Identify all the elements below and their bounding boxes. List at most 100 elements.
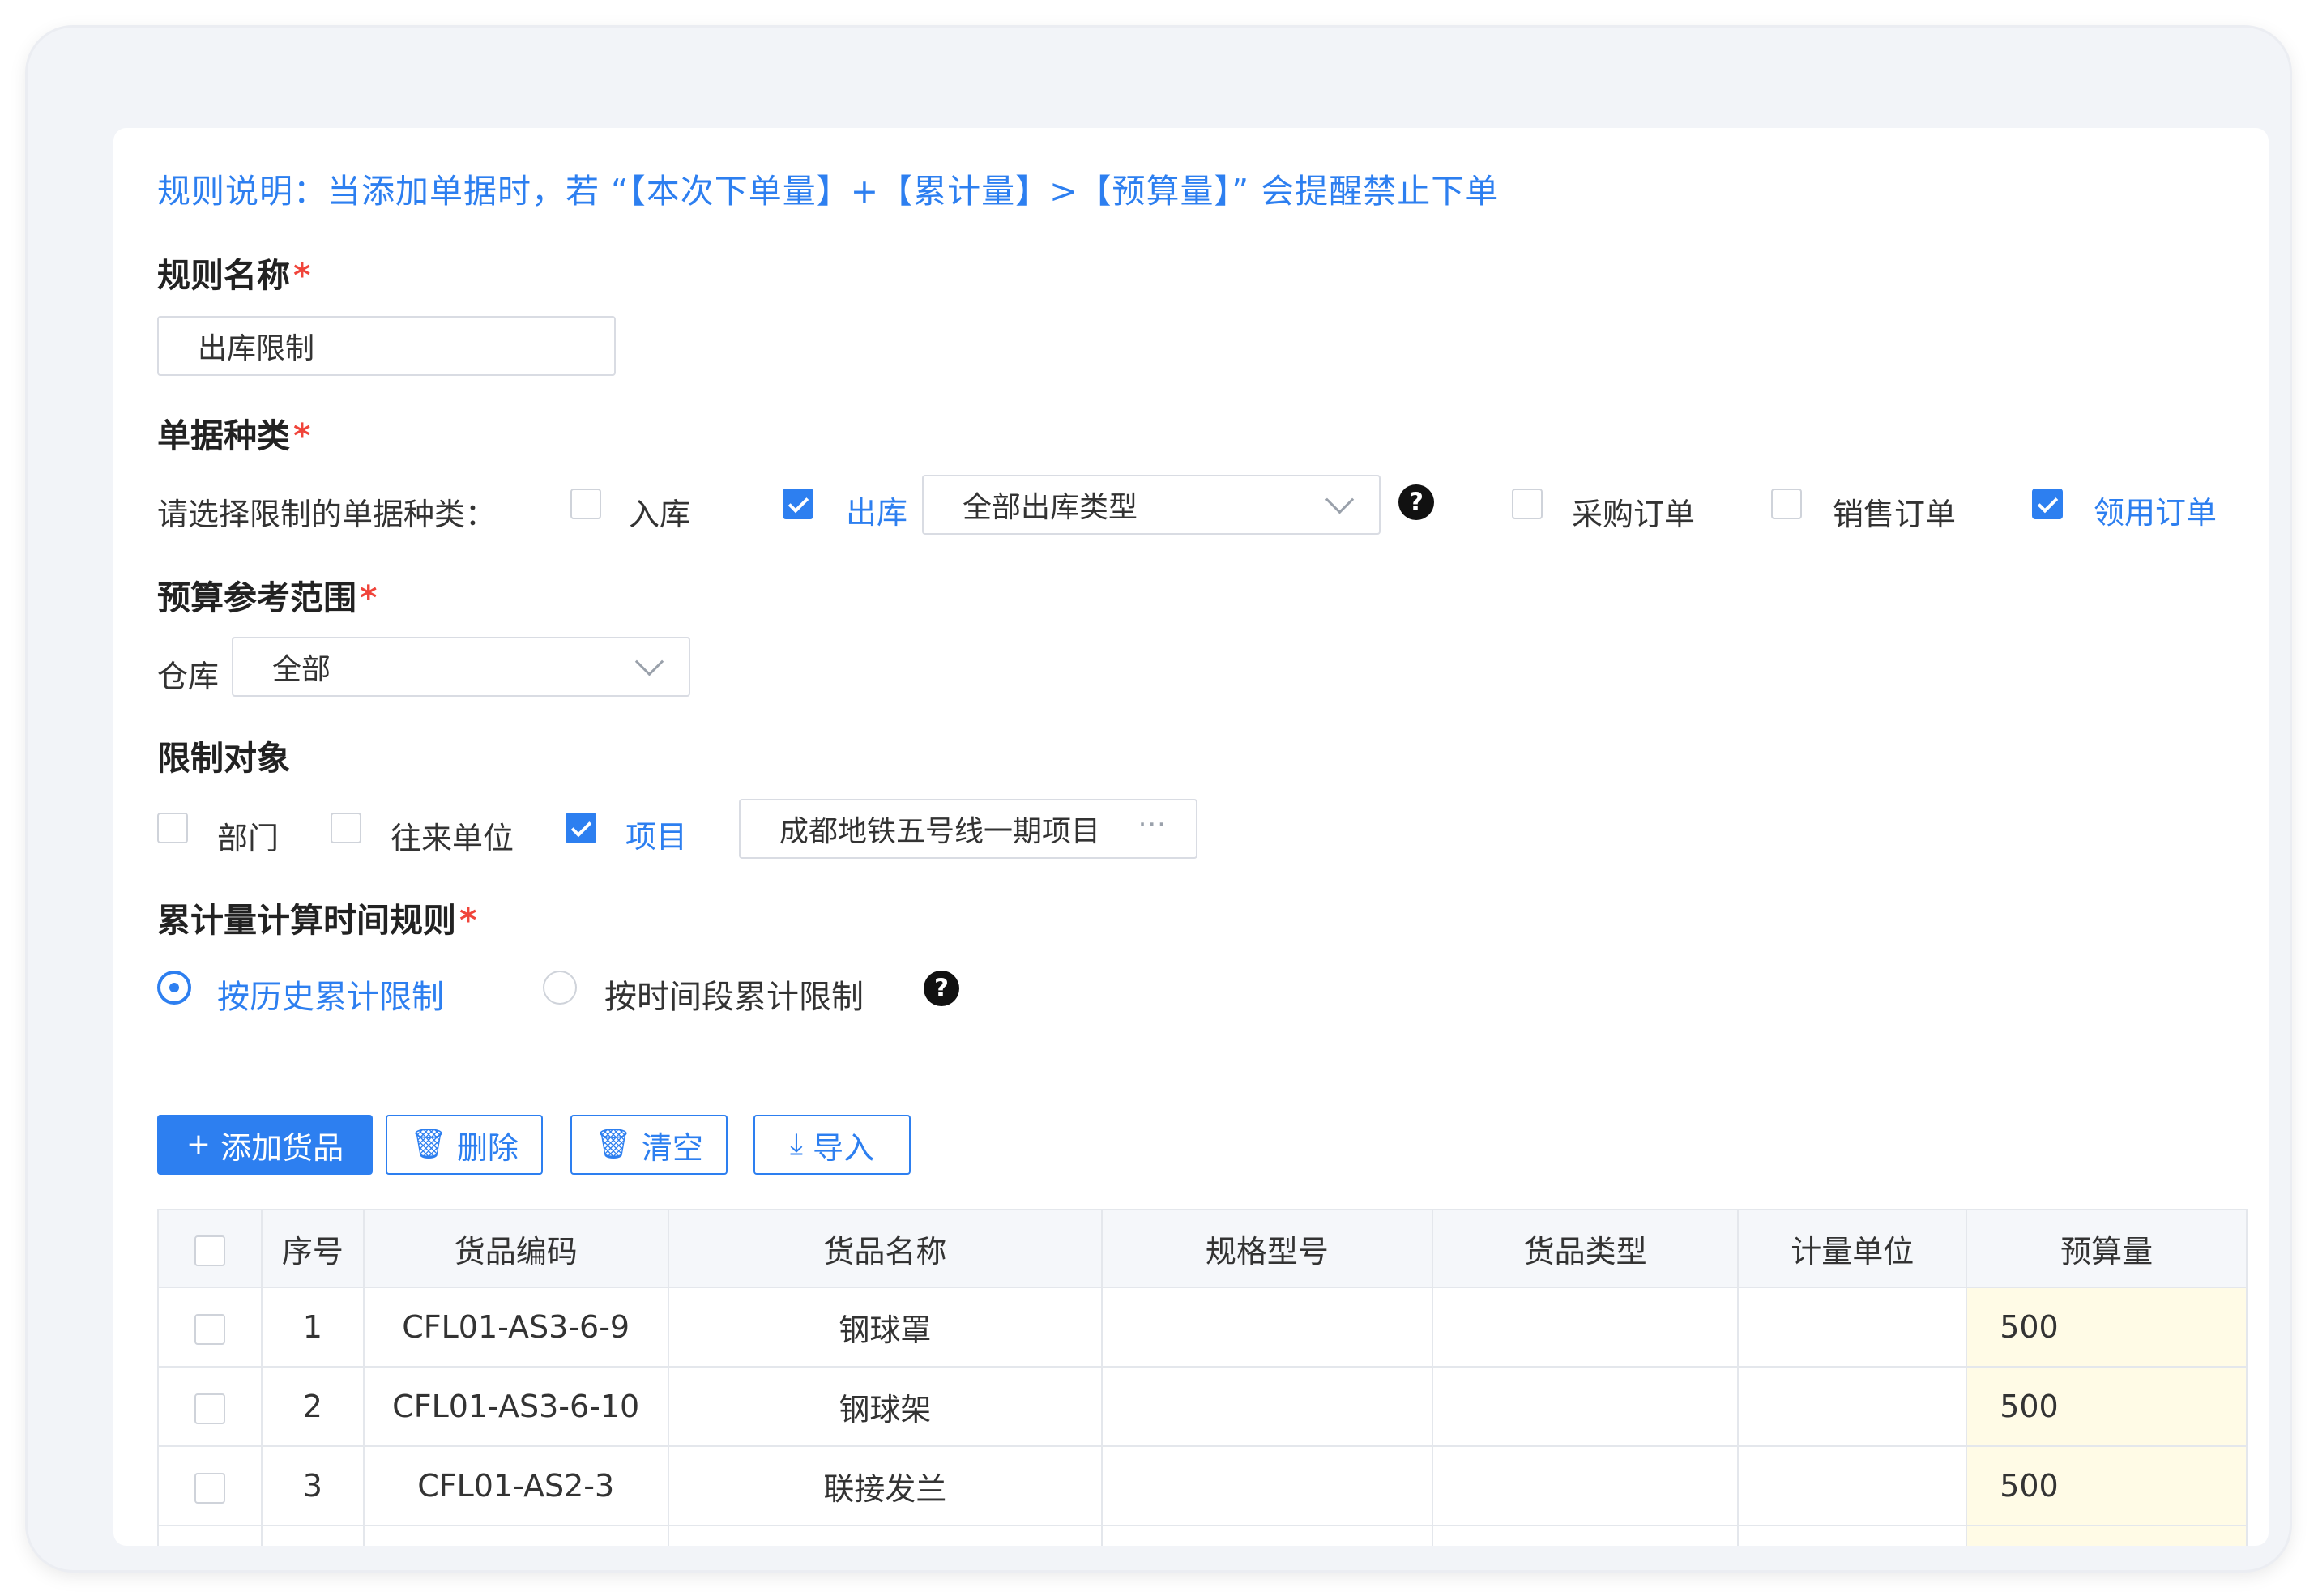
doc-type-label-text: 单据种类 xyxy=(157,416,290,455)
radio-period-cumulative-label: 按时间段累计限制 xyxy=(604,979,864,1016)
required-mark: * xyxy=(293,416,311,455)
plus-icon: + xyxy=(186,1128,211,1161)
column-header-type: 货品类型 xyxy=(1431,1209,1740,1288)
rule-form-panel: 规则说明：当添加单据时，若 “【本次下单量】+【累计量】>【预算量】” 会提醒禁… xyxy=(113,128,2269,1546)
checkbox-purchase-order-label: 采购订单 xyxy=(1572,497,1696,532)
download-icon: ⤓ xyxy=(790,1128,803,1161)
row-budget-input[interactable]: 500 xyxy=(1966,1445,2248,1526)
add-goods-label: 添加货品 xyxy=(220,1129,344,1166)
row-unit xyxy=(1737,1287,1968,1368)
column-header-index: 序号 xyxy=(260,1209,365,1288)
outbound-type-select-value: 全部出库类型 xyxy=(963,491,1138,524)
required-mark: * xyxy=(293,256,311,295)
row-index: 3 xyxy=(260,1445,365,1526)
question-circle-icon[interactable]: ? xyxy=(1398,484,1434,520)
row-select-cell xyxy=(157,1366,263,1447)
import-button[interactable]: ⤓ 导入 xyxy=(753,1115,911,1175)
table-row: 3 CFL01-AS2-3 联接发兰 500 xyxy=(157,1445,2268,1526)
row-index xyxy=(260,1525,365,1546)
row-checkbox[interactable] xyxy=(194,1393,225,1424)
row-code: CFL01-AS3-6-10 xyxy=(362,1366,669,1447)
table-edge xyxy=(2247,1446,2268,1526)
checkbox-outbound-label: 出库 xyxy=(846,495,908,531)
delete-label: 删除 xyxy=(456,1129,519,1166)
project-picker-value: 成都地铁五号线一期项目 xyxy=(779,815,1101,848)
checkbox-partner[interactable] xyxy=(331,813,361,843)
radio-history-cumulative-label: 按历史累计限制 xyxy=(217,979,444,1016)
table-row: 1 CFL01-AS3-6-9 钢球罩 500 xyxy=(157,1287,2268,1368)
column-header-name: 货品名称 xyxy=(667,1209,1104,1288)
checkbox-outbound[interactable] xyxy=(783,489,813,519)
project-picker[interactable]: 成都地铁五号线一期项目 ··· xyxy=(739,799,1197,859)
table-edge xyxy=(2247,1210,2268,1287)
question-circle-icon[interactable]: ? xyxy=(924,971,959,1006)
add-goods-button[interactable]: + 添加货品 xyxy=(157,1115,373,1175)
row-unit xyxy=(1737,1445,1968,1526)
checkbox-purchase-order[interactable] xyxy=(1512,489,1543,519)
row-name xyxy=(667,1525,1104,1546)
row-unit xyxy=(1737,1525,1968,1546)
doc-type-prompt: 请选择限制的单据种类： xyxy=(157,497,497,532)
row-checkbox[interactable] xyxy=(194,1313,225,1345)
budget-scope-label-text: 预算参考范围 xyxy=(157,578,356,617)
required-mark: * xyxy=(459,901,477,940)
rule-name-label-text: 规则名称 xyxy=(157,256,290,295)
checkbox-inbound-label: 入库 xyxy=(629,497,691,532)
time-rule-label: 累计量计算时间规则* xyxy=(157,893,476,941)
checkbox-requisition-order-label: 领用订单 xyxy=(2094,495,2218,531)
checkbox-project-label: 项目 xyxy=(625,819,688,855)
checkbox-inbound[interactable] xyxy=(570,489,601,519)
outbound-type-select[interactable]: 全部出库类型 xyxy=(922,475,1381,535)
chevron-down-icon xyxy=(1325,485,1355,514)
rule-name-label: 规则名称* xyxy=(157,248,310,297)
row-spec xyxy=(1101,1366,1433,1447)
table-edge xyxy=(2247,1526,2268,1546)
row-budget-input[interactable]: 500 xyxy=(1966,1287,2248,1368)
row-index: 1 xyxy=(260,1287,365,1368)
warehouse-select-value: 全部 xyxy=(272,653,331,686)
rule-description: 规则说明：当添加单据时，若 “【本次下单量】+【累计量】>【预算量】” 会提醒禁… xyxy=(157,172,1500,211)
checkbox-department[interactable] xyxy=(157,813,188,843)
checkbox-partner-label: 往来单位 xyxy=(391,821,514,856)
row-spec xyxy=(1101,1445,1433,1526)
row-code xyxy=(362,1525,669,1546)
row-name: 钢球罩 xyxy=(667,1287,1104,1368)
rule-name-value: 出库限制 xyxy=(198,332,315,365)
rule-name-input[interactable]: 出库限制 xyxy=(157,316,616,376)
table-edge xyxy=(2247,1287,2268,1367)
row-select-cell xyxy=(157,1287,263,1368)
checkbox-project[interactable] xyxy=(566,813,596,843)
row-type xyxy=(1431,1287,1740,1368)
goods-table: 序号 货品编码 货品名称 规格型号 货品类型 计量单位 预算量 1 CFL01-… xyxy=(157,1209,2269,1546)
row-index: 2 xyxy=(260,1366,365,1447)
table-row xyxy=(157,1525,2268,1546)
chevron-down-icon xyxy=(634,647,664,676)
row-budget-input[interactable] xyxy=(1966,1525,2248,1546)
row-name: 钢球架 xyxy=(667,1366,1104,1447)
row-checkbox[interactable] xyxy=(194,1472,225,1504)
radio-period-cumulative[interactable] xyxy=(543,971,577,1005)
row-spec xyxy=(1101,1287,1433,1368)
warehouse-select[interactable]: 全部 xyxy=(232,637,690,697)
row-spec xyxy=(1101,1525,1433,1546)
checkbox-sales-order-label: 销售订单 xyxy=(1833,497,1957,532)
checkbox-sales-order[interactable] xyxy=(1771,489,1802,519)
row-unit xyxy=(1737,1366,1968,1447)
warehouse-label: 仓库 xyxy=(157,659,220,694)
row-budget-input[interactable]: 500 xyxy=(1966,1366,2248,1447)
checkbox-requisition-order[interactable] xyxy=(2032,489,2063,519)
more-icon[interactable]: ··· xyxy=(1138,809,1167,841)
clear-button[interactable]: 🗑 清空 xyxy=(570,1115,728,1175)
delete-button[interactable]: 🗑 删除 xyxy=(386,1115,543,1175)
row-type xyxy=(1431,1366,1740,1447)
row-name: 联接发兰 xyxy=(667,1445,1104,1526)
required-mark: * xyxy=(360,578,378,617)
select-all-checkbox[interactable] xyxy=(194,1235,225,1266)
radio-history-cumulative[interactable] xyxy=(157,971,191,1005)
budget-scope-label: 预算参考范围* xyxy=(157,570,377,619)
doc-type-label: 单据种类* xyxy=(157,408,310,457)
column-header-unit: 计量单位 xyxy=(1737,1209,1968,1288)
table-edge xyxy=(2247,1367,2268,1446)
trash-icon: 🗑 xyxy=(410,1128,447,1161)
clear-label: 清空 xyxy=(641,1129,703,1166)
